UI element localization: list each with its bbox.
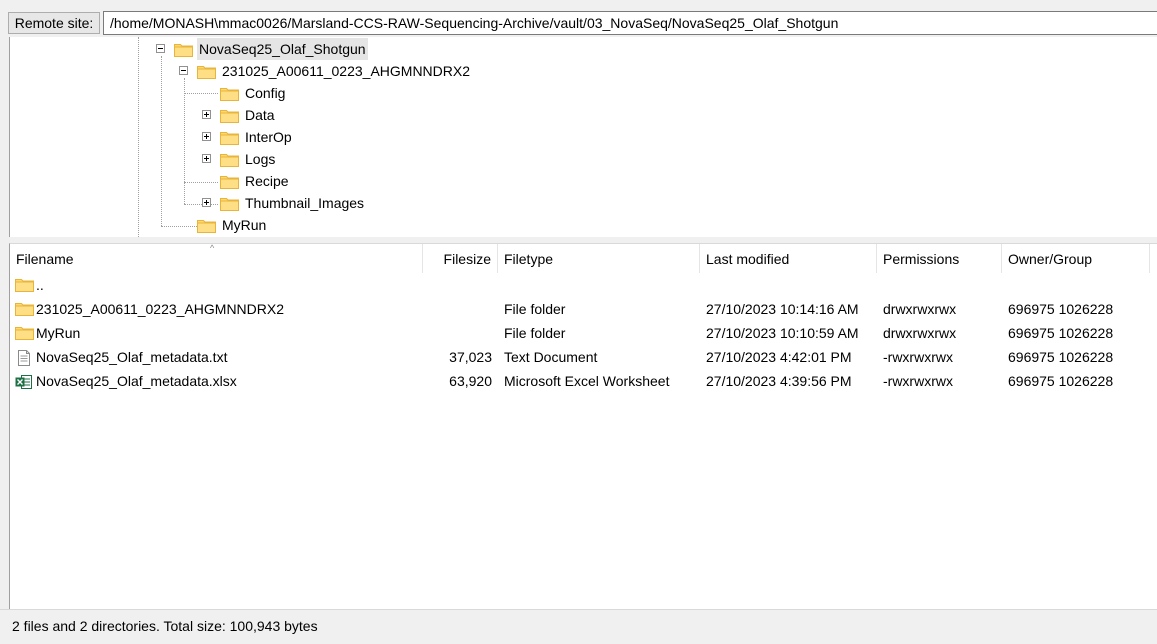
file-name: NovaSeq25_Olaf_metadata.txt <box>36 349 228 365</box>
excel-file-icon <box>15 374 33 389</box>
file-owner-group: 696975 1026228 <box>1008 349 1114 365</box>
tree-node-run-folder[interactable]: 231025_A00611_0223_AHGMNNDRX2 <box>10 60 510 82</box>
file-last-modified: 27/10/2023 4:42:01 PM <box>706 349 852 365</box>
text-file-icon <box>15 350 33 366</box>
file-size <box>423 297 492 321</box>
tree-node-novaseq25-olaf-shotgun[interactable]: NovaSeq25_Olaf_Shotgun <box>10 38 410 60</box>
tree-node-label: Logs <box>245 151 276 167</box>
column-header-last-modified[interactable]: Last modified <box>700 244 877 273</box>
folder-icon <box>174 43 193 57</box>
file-row-parent-directory[interactable]: .. <box>10 273 1157 297</box>
status-bar: 2 files and 2 directories. Total size: 1… <box>0 609 1157 644</box>
tree-node-label: MyRun <box>222 217 267 233</box>
tree-node-label: Data <box>245 107 275 123</box>
remote-directory-tree[interactable]: NovaSeq25_Olaf_Shotgun 231025_A00611_022… <box>9 37 1157 237</box>
folder-icon <box>15 278 34 293</box>
file-last-modified: 27/10/2023 10:14:16 AM <box>706 301 859 317</box>
tree-node-label: 231025_A00611_0223_AHGMNNDRX2 <box>222 63 471 79</box>
file-last-modified: 27/10/2023 10:10:59 AM <box>706 325 859 341</box>
column-header-permissions[interactable]: Permissions <box>877 244 1002 273</box>
tree-node-myrun[interactable]: MyRun <box>10 214 410 236</box>
tree-node-logs[interactable]: Logs <box>10 148 410 170</box>
file-type: File folder <box>504 301 566 317</box>
file-name: MyRun <box>36 325 81 341</box>
expand-icon[interactable] <box>202 198 211 207</box>
file-list-header: ^ Filename Filesize Filetype Last modifi… <box>10 244 1157 273</box>
file-row[interactable]: 231025_A00611_0223_AHGMNNDRX2 File folde… <box>10 297 1157 321</box>
file-type: Text Document <box>504 349 598 365</box>
file-permissions: drwxrwxrwx <box>883 301 957 317</box>
tree-node-label: Recipe <box>245 173 289 189</box>
status-text: 2 files and 2 directories. Total size: 1… <box>12 618 318 634</box>
file-row[interactable]: NovaSeq25_Olaf_metadata.txt 37,023 Text … <box>10 345 1157 369</box>
tree-node-config[interactable]: Config <box>10 82 410 104</box>
folder-icon <box>220 175 239 189</box>
file-name: NovaSeq25_Olaf_metadata.xlsx <box>36 373 237 389</box>
folder-icon <box>220 131 239 145</box>
column-header-filename[interactable]: ^ Filename <box>10 244 423 273</box>
file-permissions: -rwxrwxrwx <box>883 373 953 389</box>
file-size: 37,023 <box>449 349 492 365</box>
tree-node-label: InterOp <box>245 129 292 145</box>
column-header-owner-group[interactable]: Owner/Group <box>1002 244 1150 273</box>
file-name: .. <box>36 277 44 293</box>
tree-node-thumbnail-images[interactable]: Thumbnail_Images <box>10 192 410 214</box>
folder-icon <box>15 302 34 317</box>
file-size <box>423 321 492 345</box>
file-owner-group: 696975 1026228 <box>1008 373 1114 389</box>
file-owner-group: 696975 1026228 <box>1008 325 1114 341</box>
file-row[interactable]: MyRun File folder 27/10/2023 10:10:59 AM… <box>10 321 1157 345</box>
tree-node-recipe[interactable]: Recipe <box>10 170 410 192</box>
folder-icon <box>197 65 216 79</box>
remote-site-path-input[interactable]: /home/MONASH\mmac0026/Marsland-CCS-RAW-S… <box>103 11 1157 35</box>
folder-icon <box>220 153 239 167</box>
file-type: File folder <box>504 325 566 341</box>
remote-site-label: Remote site: <box>8 12 100 34</box>
expand-icon[interactable] <box>202 110 211 119</box>
expand-icon[interactable] <box>202 154 211 163</box>
column-header-filetype[interactable]: Filetype <box>498 244 700 273</box>
folder-icon <box>197 219 216 233</box>
tree-node-interop[interactable]: InterOp <box>10 126 410 148</box>
folder-icon <box>15 326 34 341</box>
file-size: 63,920 <box>449 373 492 389</box>
collapse-icon[interactable] <box>156 44 165 53</box>
expand-icon[interactable] <box>202 132 211 141</box>
file-name: 231025_A00611_0223_AHGMNNDRX2 <box>36 301 285 317</box>
column-header-filesize[interactable]: Filesize <box>423 244 498 273</box>
folder-icon <box>220 87 239 101</box>
tree-node-label: Config <box>245 85 286 101</box>
file-permissions: drwxrwxrwx <box>883 325 957 341</box>
file-type: Microsoft Excel Worksheet <box>504 373 670 389</box>
file-last-modified: 27/10/2023 4:39:56 PM <box>706 373 852 389</box>
tree-node-data[interactable]: Data <box>10 104 410 126</box>
file-permissions: -rwxrwxrwx <box>883 349 953 365</box>
folder-icon <box>220 197 239 211</box>
file-row[interactable]: NovaSeq25_Olaf_metadata.xlsx 63,920 Micr… <box>10 369 1157 393</box>
tree-node-label: Thumbnail_Images <box>245 195 365 211</box>
folder-icon <box>220 109 239 123</box>
collapse-icon[interactable] <box>179 66 188 75</box>
remote-file-list[interactable]: ^ Filename Filesize Filetype Last modifi… <box>9 243 1157 610</box>
tree-node-label: NovaSeq25_Olaf_Shotgun <box>197 38 368 60</box>
sort-ascending-icon: ^ <box>210 243 215 253</box>
file-owner-group: 696975 1026228 <box>1008 301 1114 317</box>
